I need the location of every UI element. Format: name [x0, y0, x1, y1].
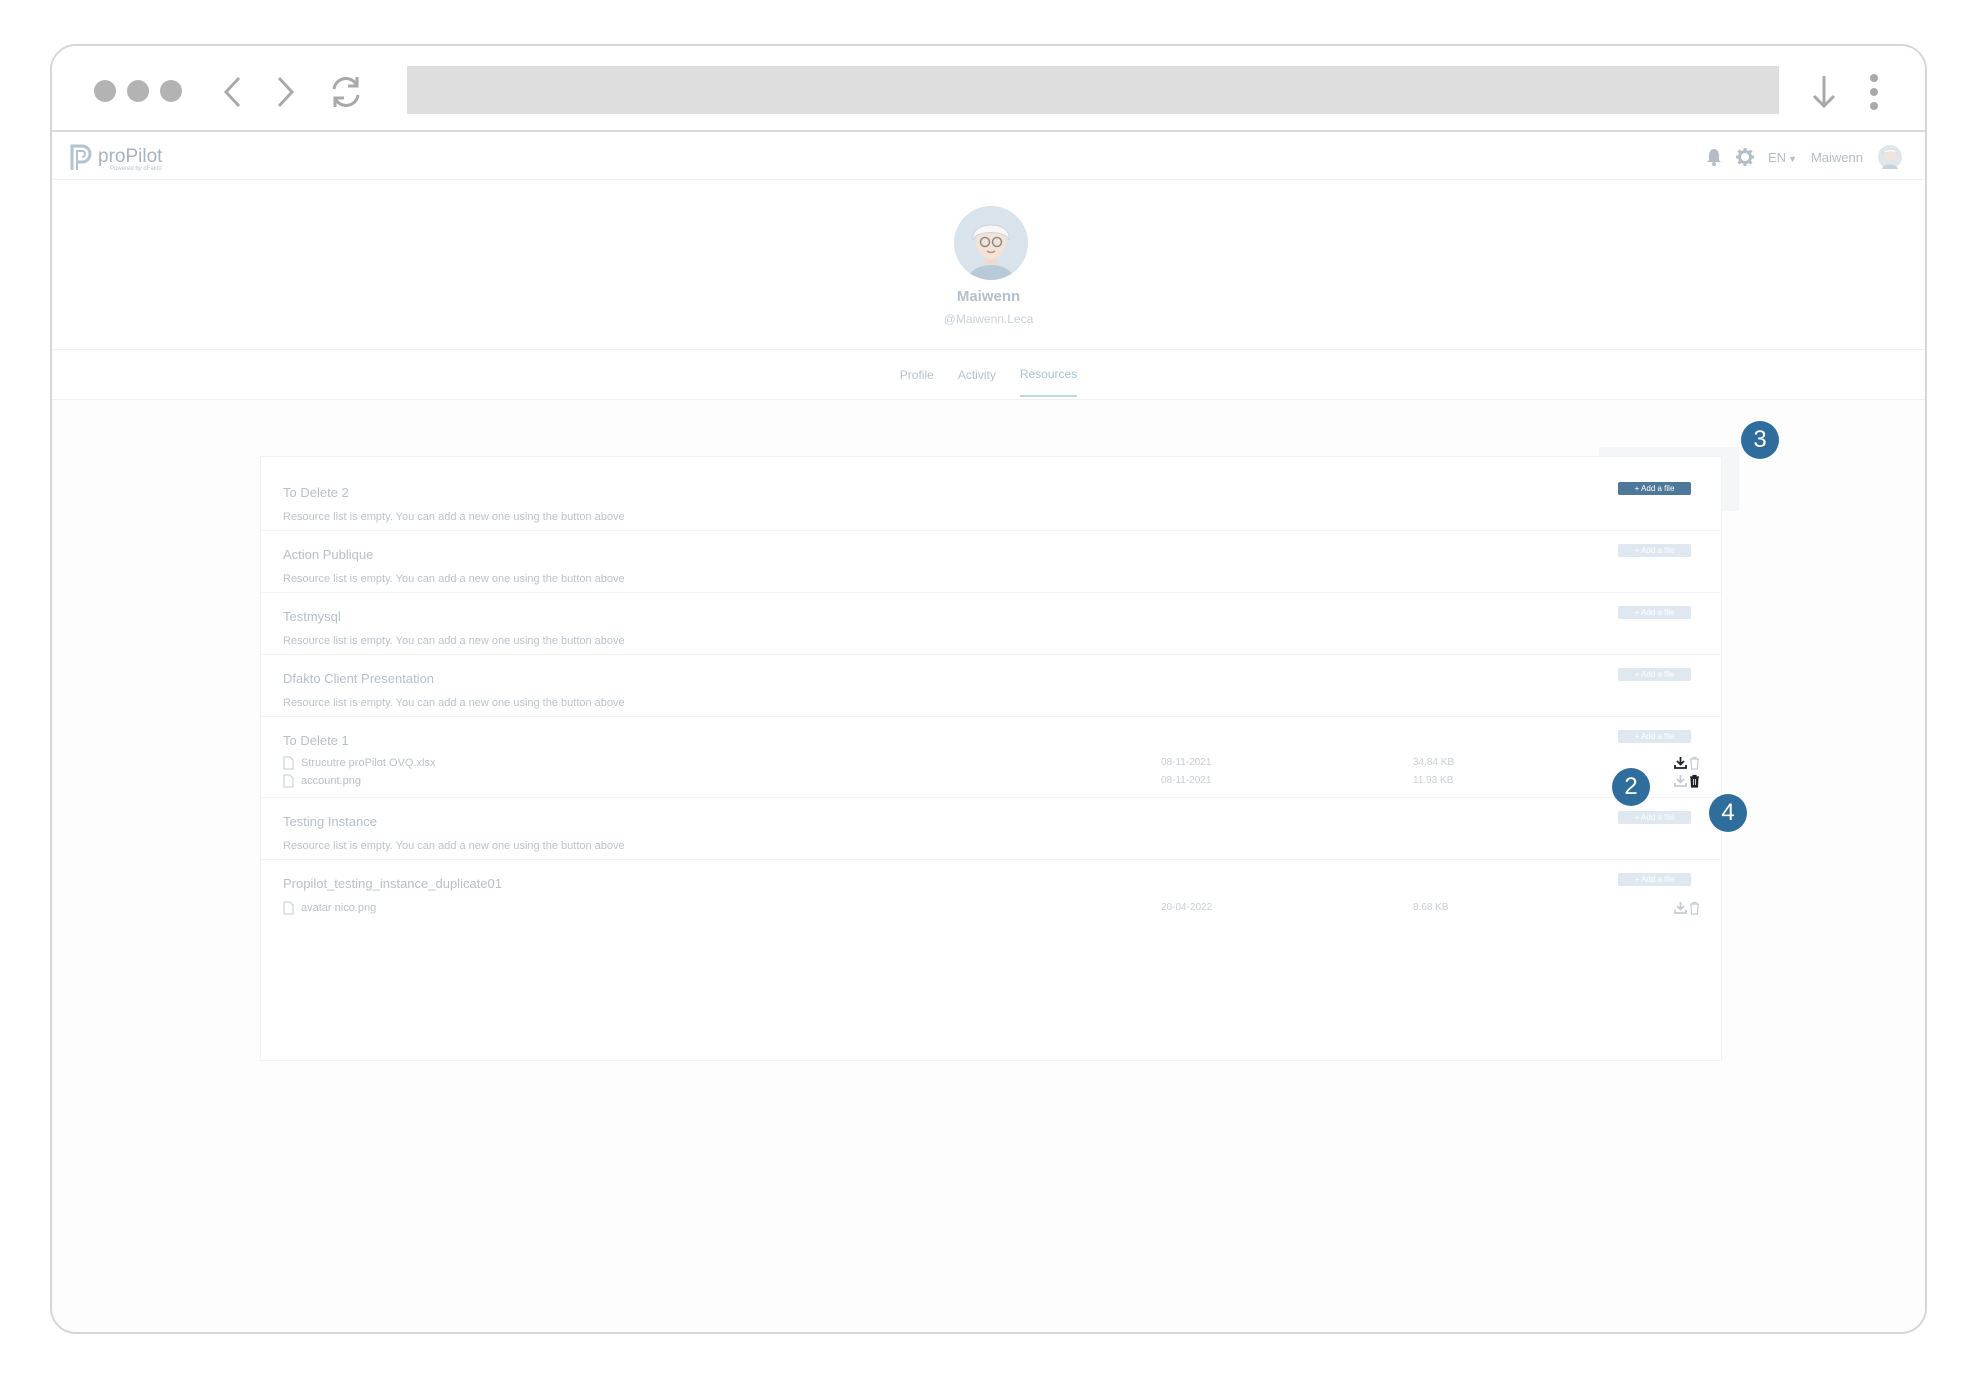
- propilot-logo-icon: [70, 144, 92, 170]
- file-name[interactable]: Strucutre proPilot OVQ.xlsx: [301, 757, 436, 769]
- file-date: 20-04-2022: [1161, 902, 1213, 913]
- download-icon[interactable]: [1674, 774, 1687, 788]
- logo-text: proPilot: [98, 146, 163, 167]
- file-icon: [283, 756, 294, 770]
- caret-down-icon: ▼: [1788, 153, 1797, 164]
- app-logo[interactable]: proPilot Powered by dFakto: [68, 142, 162, 172]
- trash-icon[interactable]: [1688, 756, 1701, 770]
- profile-handle: @Maiwenn.Leca: [943, 312, 1034, 326]
- resource-section: Testmysql + Add a file Resource list is …: [261, 593, 1721, 655]
- address-bar[interactable]: [407, 66, 1779, 114]
- profile-tabs: Profile Activity Resources: [52, 350, 1925, 400]
- add-file-button[interactable]: + Add a file: [1618, 544, 1691, 557]
- file-row: Strucutre proPilot OVQ.xlsx 08-11-2021 3…: [283, 755, 1699, 773]
- user-name[interactable]: Maiwenn: [1811, 150, 1863, 165]
- section-title: To Delete 1: [283, 733, 349, 748]
- file-date: 08-11-2021: [1161, 757, 1212, 768]
- empty-message: Resource list is empty. You can add a ne…: [283, 840, 625, 852]
- resource-section: To Delete 1 + Add a file Strucutre proPi…: [261, 717, 1721, 798]
- resource-section: Testing Instance + Add a file Resource l…: [261, 798, 1721, 860]
- section-title: Dfakto Client Presentation: [283, 671, 435, 686]
- tab-profile[interactable]: Profile: [900, 354, 934, 396]
- file-icon: [283, 774, 294, 788]
- file-size: 11.93 KB: [1413, 775, 1454, 786]
- section-title: Action Publique: [283, 547, 374, 562]
- add-file-button[interactable]: + Add a file: [1618, 606, 1691, 619]
- trash-icon[interactable]: [1688, 901, 1701, 915]
- resources-card: To Delete 2 + Add a file Resource list i…: [260, 456, 1722, 1061]
- window-control-dot[interactable]: [94, 80, 116, 102]
- logo-subtitle: Powered by dFakto: [110, 166, 162, 172]
- callout-badge-2: 2: [1612, 768, 1650, 806]
- resource-section: Propilot_testing_instance_duplicate01 + …: [261, 860, 1721, 932]
- file-name[interactable]: avatar nico.png: [301, 902, 376, 914]
- empty-message: Resource list is empty. You can add a ne…: [283, 697, 625, 709]
- callout-badge-4: 4: [1709, 794, 1747, 832]
- file-name[interactable]: account.png: [301, 775, 361, 787]
- profile-name: Maiwenn: [956, 288, 1021, 305]
- back-icon[interactable]: [214, 72, 254, 112]
- resource-section: Dfakto Client Presentation + Add a file …: [261, 655, 1721, 717]
- browser-toolbar: [52, 46, 1925, 132]
- file-row: account.png 08-11-2021 11.93 KB: [283, 773, 1699, 791]
- file-date: 08-11-2021: [1161, 775, 1212, 786]
- window-control-dot[interactable]: [160, 80, 182, 102]
- navbar-actions: EN ▼ Maiwenn: [1706, 142, 1903, 172]
- download-icon[interactable]: [1674, 901, 1687, 915]
- file-row: avatar nico.png 20-04-2022 8.68 KB: [283, 900, 1699, 918]
- section-title: Testing Instance: [283, 814, 377, 829]
- more-menu-icon[interactable]: [1854, 72, 1894, 112]
- forward-icon[interactable]: [264, 72, 304, 112]
- section-title: To Delete 2: [283, 485, 349, 500]
- bell-icon[interactable]: [1706, 148, 1722, 166]
- file-size: 8.68 KB: [1413, 902, 1449, 913]
- download-icon[interactable]: [1674, 756, 1687, 770]
- section-title: Propilot_testing_instance_duplicate01: [283, 876, 502, 891]
- file-size: 34.84 KB: [1413, 757, 1455, 768]
- profile-avatar: [954, 206, 1028, 280]
- reload-icon[interactable]: [326, 72, 366, 112]
- download-icon[interactable]: [1804, 72, 1844, 112]
- section-title: Testmysql: [283, 609, 341, 624]
- app-page: proPilot Powered by dFakto EN▼ Maiwenn: [52, 134, 1925, 1332]
- empty-message: Resource list is empty. You can add a ne…: [283, 511, 625, 523]
- empty-message: Resource list is empty. You can add a ne…: [283, 635, 625, 647]
- resource-section: To Delete 2 + Add a file Resource list i…: [261, 457, 1721, 531]
- add-file-button[interactable]: + Add a file: [1618, 482, 1691, 495]
- window-control-dot[interactable]: [127, 80, 149, 102]
- callout-badge-3: 3: [1741, 421, 1779, 459]
- add-file-button[interactable]: + Add a file: [1618, 873, 1691, 886]
- language-selector[interactable]: EN ▼: [1768, 150, 1797, 165]
- profile-header: Maiwenn @Maiwenn.Leca: [52, 180, 1925, 350]
- add-file-button[interactable]: + Add a file: [1618, 730, 1691, 743]
- tab-activity[interactable]: Activity: [958, 354, 996, 396]
- file-icon: [283, 901, 294, 915]
- gear-icon[interactable]: [1735, 148, 1754, 166]
- browser-window: proPilot Powered by dFakto EN▼ Maiwenn: [50, 44, 1927, 1334]
- empty-message: Resource list is empty. You can add a ne…: [283, 573, 625, 585]
- add-file-button[interactable]: + Add a file: [1618, 811, 1691, 824]
- language-label: EN: [1767, 149, 1787, 165]
- user-avatar[interactable]: [1877, 144, 1903, 170]
- top-navbar: proPilot Powered by dFakto EN ▼ Maiwenn: [52, 134, 1925, 180]
- add-file-button[interactable]: + Add a file: [1618, 668, 1691, 681]
- resource-section: Action Publique + Add a file Resource li…: [261, 531, 1721, 593]
- trash-icon[interactable]: [1688, 774, 1701, 788]
- tab-resources[interactable]: Resources: [1019, 353, 1078, 397]
